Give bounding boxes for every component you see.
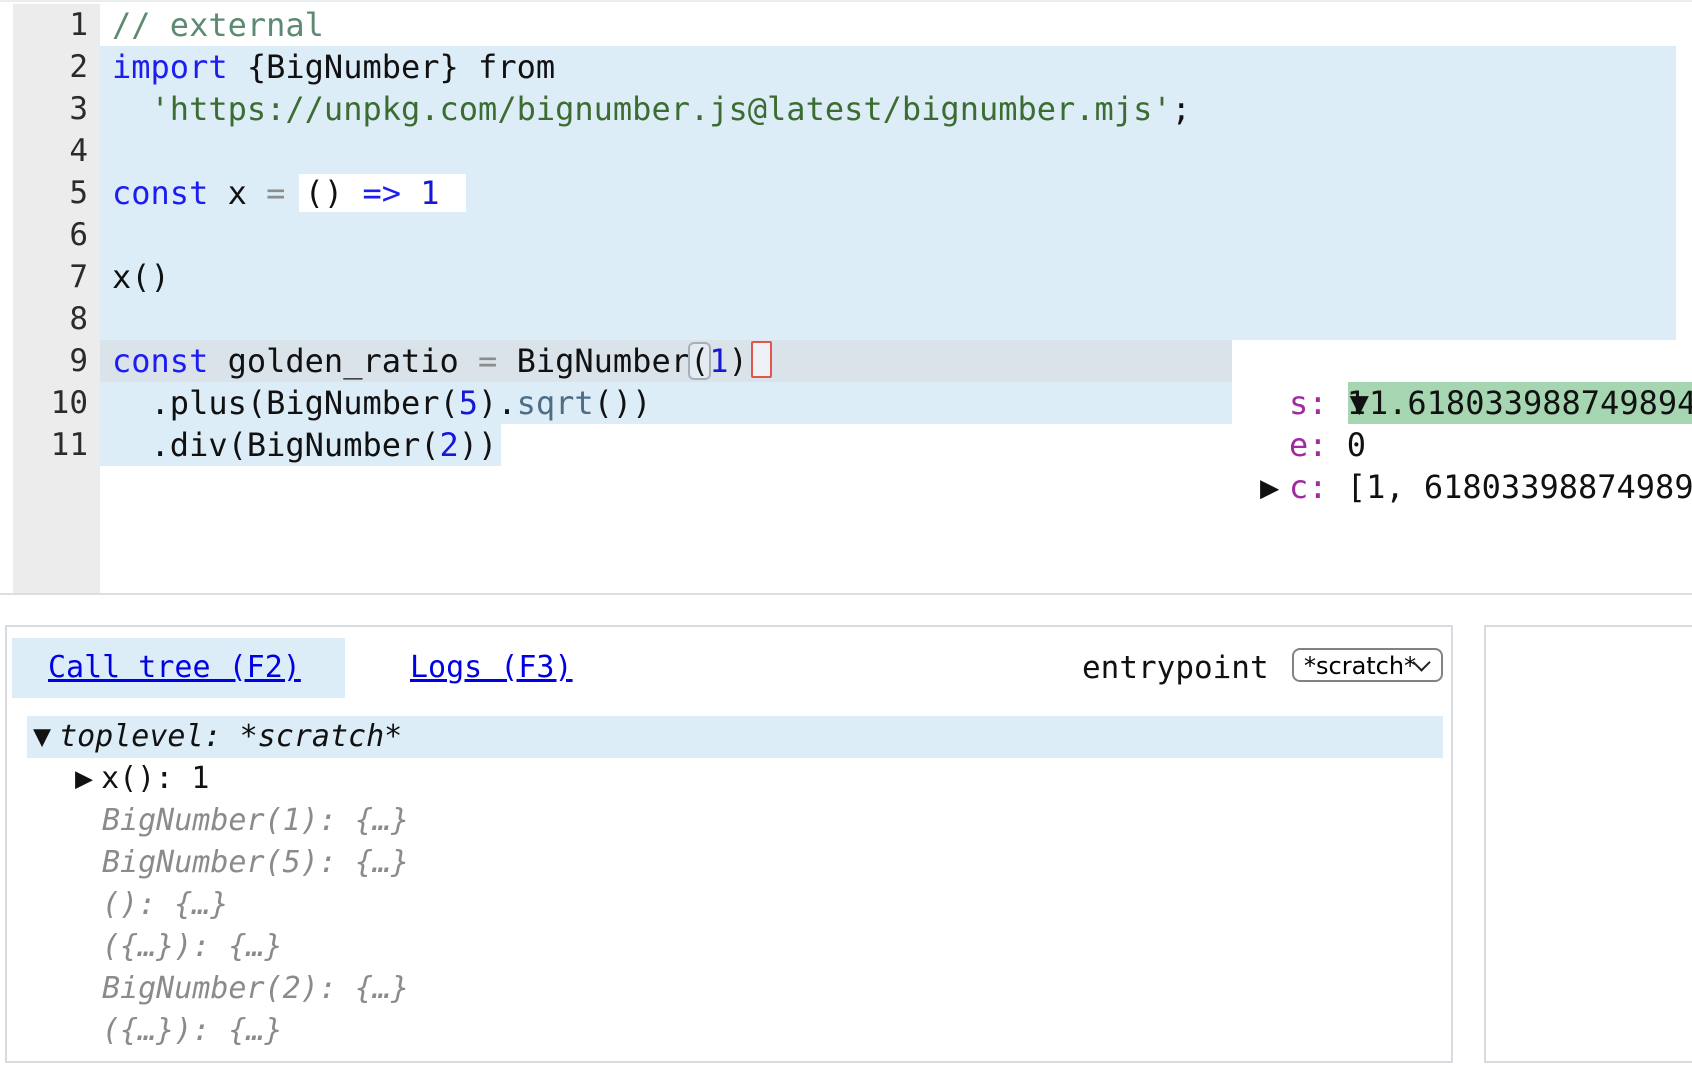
collapse-triangle-icon[interactable]: ▼ — [33, 719, 51, 754]
call-tree-row-0[interactable]: ▼toplevel: *scratch* — [27, 716, 1443, 758]
token-plain: x — [208, 174, 266, 212]
line-number: 1 — [13, 4, 100, 46]
inspector-prop-row-s: s: 1 — [1232, 382, 1692, 424]
token-string: 'https://unpkg.com/bignumber.js@latest/b… — [151, 90, 1172, 128]
call-tree-row-1[interactable]: ▶x(): 1 — [7, 758, 1451, 800]
token-plain: ). — [478, 384, 517, 422]
token-num: 2 — [440, 426, 459, 464]
token-plain: BigNumber — [497, 342, 690, 380]
call-label: ({…}): {…} — [102, 929, 283, 964]
line-number-gutter: 1234567891011 — [13, 4, 100, 593]
line-number: 7 — [13, 256, 100, 298]
code-line-4[interactable] — [100, 130, 1676, 172]
inspector-props: s: 1e: 0▶c: [1, 61803398874989 — [1232, 382, 1692, 508]
token-plain: golden_ratio — [208, 342, 478, 380]
token-plain — [401, 174, 420, 212]
token-plain: ( — [690, 342, 709, 380]
line-number: 3 — [13, 88, 100, 130]
bracket-match-box: ( — [688, 342, 711, 380]
detail-panel — [1484, 625, 1692, 1063]
cursor-box — [751, 341, 772, 378]
entrypoint-label: entrypoint — [1082, 638, 1269, 698]
token-plain: ()) — [594, 384, 652, 422]
line-number: 11 — [13, 424, 100, 466]
expand-triangle-icon[interactable]: ▶ — [75, 761, 93, 796]
code-line-8[interactable] — [100, 298, 1676, 340]
call-tree: ▼toplevel: *scratch*▶x(): 1BigNumber(1):… — [7, 716, 1451, 1052]
calltree-panel: Call tree (F2) Logs (F3) entrypoint *scr… — [5, 625, 1453, 1063]
token-plain: .div(BigNumber( — [112, 426, 440, 464]
token-plain: () — [305, 174, 363, 212]
code-line-11[interactable]: .div(BigNumber(2)) — [100, 424, 501, 466]
call-tree-row-6[interactable]: BigNumber(2): {…} — [7, 968, 1451, 1010]
call-tree-row-2[interactable]: BigNumber(1): {…} — [7, 800, 1451, 842]
code-line-3[interactable]: 'https://unpkg.com/bignumber.js@latest/b… — [100, 88, 1676, 130]
line-number: 6 — [13, 214, 100, 256]
prop-value: 0 — [1328, 426, 1367, 464]
prop-value: [1, 61803398874989 — [1328, 468, 1692, 506]
call-label: BigNumber(2): {…} — [102, 971, 409, 1006]
expand-triangle-icon[interactable]: ▶ — [1260, 466, 1279, 508]
token-kw: const — [112, 174, 208, 212]
prop-key: s: — [1289, 384, 1328, 422]
token-kw: => — [362, 174, 401, 212]
call-label: BigNumber(1): {…} — [102, 803, 409, 838]
leporello-app: { "colors": { "evaluated_highlight": "#d… — [0, 0, 1692, 1066]
line-number: 8 — [13, 298, 100, 340]
entrypoint-selected-value: *scratch* — [1304, 651, 1416, 681]
call-label: BigNumber(5): {…} — [102, 845, 409, 880]
prop-key: e: — [1289, 426, 1328, 464]
code-line-2[interactable]: import {BigNumber} from — [100, 46, 1676, 88]
entrypoint-select[interactable]: *scratch* — [1292, 648, 1443, 682]
line-number: 10 — [13, 382, 100, 424]
code-editor[interactable]: 1234567891011 // externalimport {BigNumb… — [0, 0, 1692, 595]
token-plain: .plus(BigNumber( — [112, 384, 459, 422]
call-label: x(): 1 — [101, 761, 209, 796]
token-plain: x() — [112, 258, 170, 296]
line-number: 9 — [13, 340, 100, 382]
code-line-9[interactable]: const golden_ratio = BigNumber(1) — [100, 340, 1233, 382]
code-line-7[interactable]: x() — [100, 256, 1676, 298]
token-op: = — [478, 342, 497, 380]
code-line-1[interactable]: // external — [100, 4, 324, 46]
line-number: 5 — [13, 172, 100, 214]
code-line-6[interactable] — [100, 214, 1676, 256]
token-plain — [112, 90, 151, 128]
code-line-5[interactable]: const x = () => 1 — [100, 172, 1676, 214]
token-plain: )) — [459, 426, 498, 464]
inspector-prop-row-c[interactable]: ▶ c: [1, 61803398874989 — [1232, 466, 1692, 508]
token-num: 1 — [709, 342, 728, 380]
call-label: ({…}): {…} — [102, 1013, 283, 1048]
prop-key: c: — [1289, 468, 1328, 506]
token-num: 1 — [420, 174, 439, 212]
call-tree-row-3[interactable]: BigNumber(5): {…} — [7, 842, 1451, 884]
code-line-10[interactable]: .plus(BigNumber(5).sqrt()) — [100, 382, 1233, 424]
prop-value: 1 — [1328, 384, 1367, 422]
object-inspector: ▼1.61803398874989484821 s: 1e: 0▶c: [1, … — [1232, 340, 1692, 510]
tab-call-tree[interactable]: Call tree (F2) — [12, 638, 345, 698]
call-tree-row-7[interactable]: ({…}): {…} — [7, 1010, 1451, 1052]
token-plain: {BigNumber} from — [228, 48, 556, 86]
line-number: 4 — [13, 130, 100, 172]
tab-logs[interactable]: Logs (F3) — [410, 638, 573, 698]
call-tree-row-5[interactable]: ({…}): {…} — [7, 926, 1451, 968]
token-comment: // external — [112, 6, 324, 44]
call-label: toplevel: *scratch* — [59, 719, 402, 754]
token-kw: import — [112, 48, 228, 86]
token-num: 5 — [459, 384, 478, 422]
line-number: 2 — [13, 46, 100, 88]
call-label: (): {…} — [102, 887, 228, 922]
token-kw: const — [112, 342, 208, 380]
token-op: = — [266, 174, 285, 212]
token-plain: ; — [1172, 90, 1191, 128]
token-plain: ) — [729, 342, 748, 380]
unexecuted-region: () => 1 — [299, 174, 466, 212]
call-tree-row-4[interactable]: (): {…} — [7, 884, 1451, 926]
inspector-prop-row-e: e: 0 — [1232, 424, 1692, 466]
inspector-value-row[interactable]: ▼1.61803398874989484821 — [1232, 340, 1692, 382]
token-prop: sqrt — [517, 384, 594, 422]
